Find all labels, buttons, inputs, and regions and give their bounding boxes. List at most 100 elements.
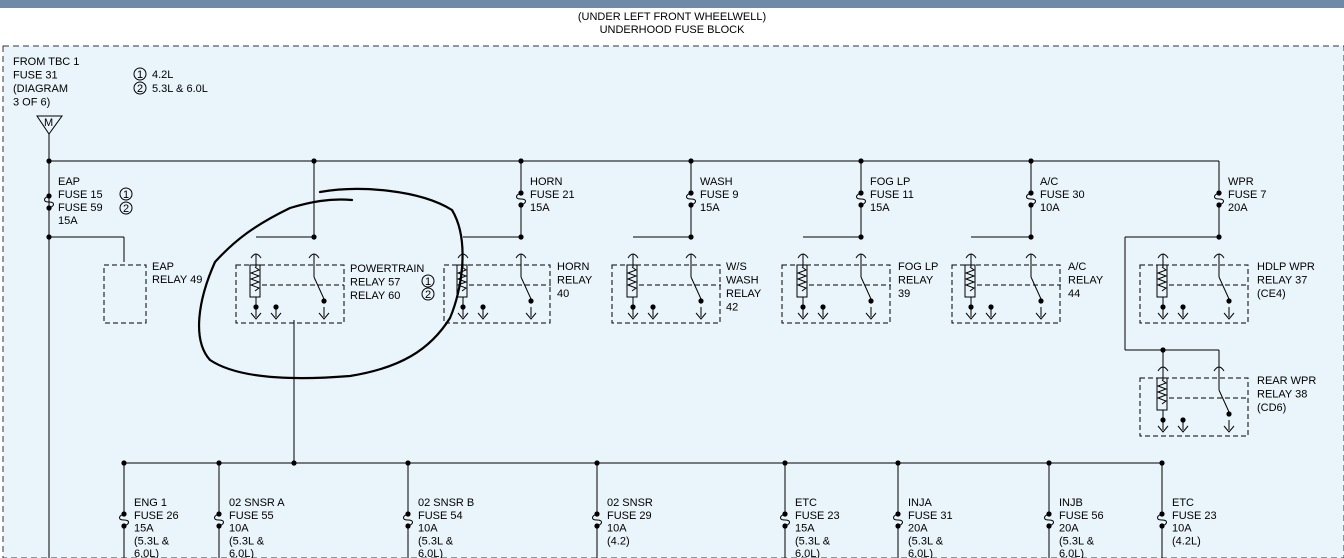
bottom-fuse-label-inja: FUSE 31 — [908, 510, 953, 522]
bottom-fuse-label-eng-1: FUSE 26 — [134, 510, 179, 522]
top-fuse-label-fog-lp: FUSE 11 — [870, 189, 914, 201]
bottom-fuse-label-02-snsr: FUSE 29 — [607, 510, 652, 522]
top-fuse-label-eap: FUSE 59 — [58, 202, 103, 214]
bottom-fuse-label-02-snsr: 10A — [607, 523, 627, 535]
bottom-fuse-label-injb: 6.0L) — [1059, 548, 1084, 558]
relay-label-powertrain: RELAY 57 — [350, 277, 400, 289]
splice-dot — [1226, 298, 1232, 304]
splice-dot — [1038, 298, 1044, 304]
bottom-fuse-label-02-snsr: (4.2) — [607, 535, 630, 547]
relay-label-ac: A/C — [1068, 261, 1086, 273]
bottom-fuse-label-eng-1: ENG 1 — [134, 497, 167, 509]
source-label: FROM TBC 1 — [13, 56, 79, 68]
top-fuse-label-wash: FUSE 9 — [700, 189, 739, 201]
bottom-fuse-label-02-snsr-b: 02 SNSR B — [418, 497, 474, 509]
relay-label-ac: 44 — [1068, 288, 1080, 300]
connector-label: M — [44, 117, 53, 129]
relay-label-fog-lp: RELAY — [898, 275, 934, 287]
bottom-fuse-label-02-snsr-a: 6.0L) — [229, 548, 254, 558]
legend-text: 4.2L — [152, 69, 173, 81]
bottom-fuse-label-02-snsr-a: (5.3L & — [229, 535, 265, 547]
relay-label-hdlp-wpr: RELAY 37 — [1257, 275, 1307, 287]
bottom-fuse-label-etc-4-2: FUSE 23 — [1172, 510, 1217, 522]
relay-label-horn: RELAY — [557, 275, 593, 287]
bottom-fuse-label-etc: (5.3L & — [795, 535, 831, 547]
top-fuse-label-a-c: A/C — [1040, 176, 1058, 188]
bottom-fuse-label-02-snsr-a: 10A — [229, 523, 249, 535]
relay-label-powertrain: POWERTRAIN — [350, 263, 424, 275]
bottom-fuse-label-02-snsr-b: (5.3L & — [418, 535, 454, 547]
bottom-fuse-label-eng-1: 15A — [134, 523, 154, 535]
bottom-fuse-label-injb: (5.3L & — [1059, 535, 1095, 547]
top-fuse-label-eap: 15A — [58, 215, 78, 227]
legend-text: 5.3L & 6.0L — [152, 83, 208, 95]
top-fuse-label-a-c: FUSE 30 — [1040, 189, 1085, 201]
splice-dot — [868, 298, 874, 304]
bottom-fuse-label-injb: 20A — [1059, 523, 1079, 535]
top-fuse-label-horn: 15A — [530, 202, 550, 214]
splice-dot — [291, 460, 297, 466]
legend-number: 1 — [137, 69, 143, 81]
bottom-fuse-label-etc-4-2: ETC — [1172, 497, 1194, 509]
top-fuse-label-eap: EAP — [58, 176, 80, 188]
relay-label-eap: EAP — [152, 261, 174, 273]
top-fuse-label-wpr: WPR — [1228, 176, 1254, 188]
relay-variant-number: 1 — [425, 276, 431, 288]
relay-label-rear-wpr: REAR WPR — [1257, 375, 1316, 387]
bottom-fuse-label-02-snsr-b: 6.0L) — [418, 548, 443, 558]
relay-label-ws-wash: W/S — [726, 261, 747, 273]
splice-dot — [321, 298, 327, 304]
top-fuse-label-wpr: 20A — [1228, 202, 1248, 214]
relay-label-hdlp-wpr: (CE4) — [1257, 288, 1286, 300]
bottom-fuse-label-etc: FUSE 23 — [795, 510, 840, 522]
relay-label-fog-lp: FOG LP — [898, 261, 938, 273]
top-fuse-label-wash: 15A — [700, 202, 720, 214]
bottom-fuse-label-etc-4-2: 10A — [1172, 523, 1192, 535]
relay-label-horn: 40 — [557, 288, 569, 300]
relay-label-powertrain: RELAY 60 — [350, 290, 400, 302]
bottom-fuse-label-02-snsr-b: 10A — [418, 523, 438, 535]
top-fuse-label-horn: HORN — [530, 176, 562, 188]
bottom-fuse-label-etc: 15A — [795, 523, 815, 535]
splice-dot — [698, 298, 704, 304]
top-fuse-label-fog-lp: FOG LP — [870, 176, 910, 188]
bottom-fuse-label-02-snsr-a: FUSE 55 — [229, 510, 274, 522]
splice-dot — [1226, 411, 1232, 417]
relay-label-rear-wpr: RELAY 38 — [1257, 389, 1307, 401]
relay-label-ws-wash: RELAY — [726, 288, 762, 300]
top-fuse-label-fog-lp: 15A — [870, 202, 890, 214]
bottom-fuse-label-etc: ETC — [795, 497, 817, 509]
bottom-fuse-label-02-snsr: 02 SNSR — [607, 497, 653, 509]
source-label: (DIAGRAM — [13, 83, 68, 95]
relay-label-eap: RELAY 49 — [152, 274, 202, 286]
top-fuse-label-wash: WASH — [700, 176, 733, 188]
relay-label-ws-wash: WASH — [726, 275, 759, 287]
bottom-fuse-label-etc: 6.0L) — [795, 548, 820, 558]
relay-label-ac: RELAY — [1068, 275, 1104, 287]
fuse-variant-number: 1 — [123, 189, 129, 201]
relay-label-horn: HORN — [557, 261, 589, 273]
bottom-fuse-label-eng-1: (5.3L & — [134, 535, 170, 547]
top-fuse-label-eap: FUSE 15 — [58, 189, 103, 201]
bottom-fuse-label-02-snsr-b: FUSE 54 — [418, 510, 463, 522]
bottom-fuse-label-injb: INJB — [1059, 497, 1083, 509]
relay-label-ws-wash: 42 — [726, 302, 738, 314]
top-fuse-label-a-c: 10A — [1040, 202, 1060, 214]
wiring-diagram: MFROM TBC 1FUSE 31(DIAGRAM3 OF 6)1 4.2L2 5… — [2, 45, 1344, 558]
bottom-fuse-label-injb: FUSE 56 — [1059, 510, 1104, 522]
relay-label-rear-wpr: (CD6) — [1257, 402, 1286, 414]
bottom-fuse-label-02-snsr-a: 02 SNSR A — [229, 497, 285, 509]
splice-dot — [528, 298, 534, 304]
legend-number: 2 — [137, 83, 143, 95]
fuse-variant-number: 2 — [123, 203, 129, 215]
top-fuse-label-horn: FUSE 21 — [530, 189, 575, 201]
relay-label-fog-lp: 39 — [898, 288, 910, 300]
bottom-fuse-label-inja: (5.3L & — [908, 535, 944, 547]
bottom-fuse-label-eng-1: 6.0L) — [134, 548, 159, 558]
source-label: FUSE 31 — [13, 70, 58, 82]
fuse-block-boundary — [2, 45, 1344, 558]
bottom-fuse-label-inja: 20A — [908, 523, 928, 535]
bottom-fuse-label-etc-4-2: (4.2L) — [1172, 535, 1201, 547]
source-label: 3 OF 6) — [13, 97, 50, 109]
relay-label-hdlp-wpr: HDLP WPR — [1257, 261, 1315, 273]
